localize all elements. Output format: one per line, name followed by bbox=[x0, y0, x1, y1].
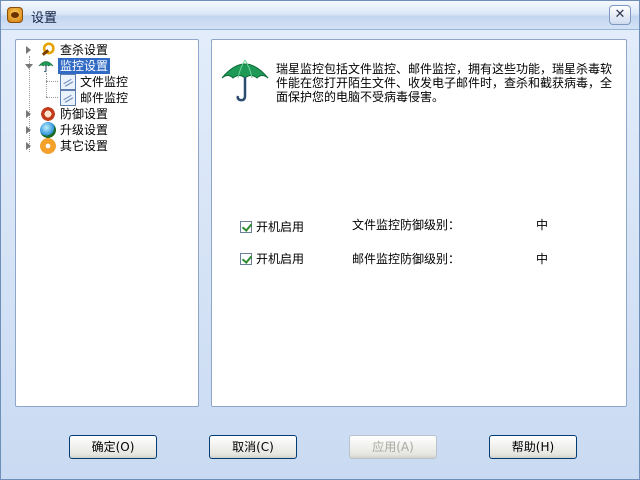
document-icon bbox=[60, 74, 76, 90]
checkbox-checked-icon[interactable] bbox=[240, 221, 252, 233]
help-button[interactable]: 帮助(H) bbox=[489, 435, 577, 459]
monitor-description: 瑞星监控包括文件监控、邮件监控，拥有这些功能，瑞星杀毒软件能在您打开陌生文件、收… bbox=[276, 62, 613, 104]
title-bar[interactable]: 设置 ✕ bbox=[1, 1, 639, 30]
file-monitor-startup-checkbox[interactable]: 开机启用 bbox=[240, 219, 340, 235]
expand-arrow-icon[interactable] bbox=[26, 126, 31, 134]
expand-arrow-icon[interactable] bbox=[26, 142, 31, 150]
tree-connector bbox=[46, 97, 58, 98]
apply-button[interactable]: 应用(A) bbox=[349, 435, 437, 459]
tree-item-label: 邮件监控 bbox=[80, 91, 129, 105]
checkbox-label: 开机启用 bbox=[256, 252, 305, 266]
magnifier-icon bbox=[40, 42, 56, 58]
app-logo-icon bbox=[7, 7, 23, 23]
collapse-arrow-icon[interactable] bbox=[25, 64, 33, 69]
tree-item-label: 防御设置 bbox=[60, 107, 109, 121]
shield-icon bbox=[40, 106, 56, 122]
tree-item-label: 监控设置 bbox=[58, 58, 111, 74]
settings-window: 设置 ✕ 查杀设置 监控设置 文件监控 邮件监控 防御设置 升级设置 其它设置 … bbox=[0, 0, 640, 480]
mail-monitor-level-label: 邮件监控防御级别： bbox=[352, 252, 461, 266]
umbrella-icon bbox=[38, 61, 54, 73]
tree-connector bbox=[46, 81, 58, 82]
window-title: 设置 bbox=[31, 11, 58, 26]
tree-connector bbox=[29, 56, 30, 152]
globe-icon bbox=[40, 122, 56, 138]
ok-button[interactable]: 确定(O) bbox=[69, 435, 157, 459]
document-icon bbox=[60, 90, 76, 106]
tree-item-label: 文件监控 bbox=[80, 75, 129, 89]
umbrella-icon bbox=[221, 59, 269, 102]
cancel-button[interactable]: 取消(C) bbox=[209, 435, 297, 459]
tree-item-label: 其它设置 bbox=[60, 139, 109, 153]
close-button[interactable]: ✕ bbox=[609, 5, 631, 25]
tree-connector bbox=[46, 73, 47, 97]
checkbox-label: 开机启用 bbox=[256, 220, 305, 234]
gear-icon bbox=[40, 138, 56, 154]
checkbox-checked-icon[interactable] bbox=[240, 253, 252, 265]
expand-arrow-icon[interactable] bbox=[26, 110, 31, 118]
settings-tree: 查杀设置 监控设置 文件监控 邮件监控 防御设置 升级设置 其它设置 bbox=[15, 39, 199, 407]
tree-item-label: 查杀设置 bbox=[60, 43, 109, 57]
file-monitor-level-value[interactable]: 中 bbox=[536, 217, 556, 233]
tree-item-label: 升级设置 bbox=[60, 123, 109, 137]
mail-monitor-level-value[interactable]: 中 bbox=[536, 251, 556, 267]
settings-content: 瑞星监控包括文件监控、邮件监控，拥有这些功能，瑞星杀毒软件能在您打开陌生文件、收… bbox=[211, 39, 627, 407]
expand-arrow-icon[interactable] bbox=[26, 46, 31, 54]
close-icon: ✕ bbox=[614, 7, 626, 22]
file-monitor-level-label: 文件监控防御级别： bbox=[352, 218, 461, 232]
mail-monitor-startup-checkbox[interactable]: 开机启用 bbox=[240, 251, 340, 267]
